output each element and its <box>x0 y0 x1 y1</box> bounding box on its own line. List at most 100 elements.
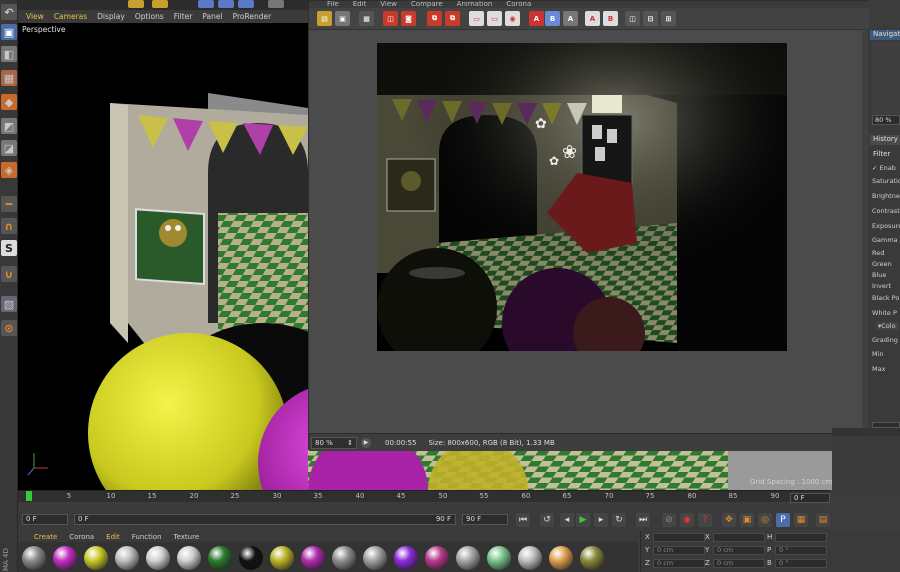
previous-frame-icon[interactable]: ◂ <box>560 513 574 527</box>
mat-menu-texture[interactable]: Texture <box>174 533 200 541</box>
menu-filter[interactable]: Filter <box>174 12 193 21</box>
material-swatch[interactable] <box>332 546 356 570</box>
menu-options[interactable]: Options <box>135 12 164 21</box>
pv-menu-view[interactable]: View <box>380 1 397 8</box>
material-swatch[interactable] <box>456 546 480 570</box>
paint-icon[interactable]: ▧ <box>1 296 17 312</box>
camera-icon[interactable] <box>268 0 284 8</box>
render-region-icon[interactable]: ◫ <box>383 11 398 26</box>
model-mode-icon[interactable]: ◈ <box>1 162 17 178</box>
play-icon[interactable]: ▶ <box>361 437 371 448</box>
next-key-icon[interactable]: ↻ <box>612 513 626 527</box>
size-y-field[interactable]: 0 cm <box>713 546 765 555</box>
mat-menu-create[interactable]: Create <box>34 533 57 541</box>
stop-render-icon[interactable]: ◙ <box>401 11 416 26</box>
color-section-toggle[interactable]: ▾Colo <box>876 322 898 330</box>
workplane-icon[interactable]: ⊙ <box>1 320 17 336</box>
layers-alt-icon[interactable]: ▭ <box>487 11 502 26</box>
ab-compare-icon[interactable]: A <box>563 11 578 26</box>
rotation-p-field[interactable]: 0 ° <box>775 546 827 555</box>
play-forward-icon[interactable]: ▶ <box>576 513 590 527</box>
rotation-h-field[interactable] <box>775 533 827 542</box>
mat-menu-edit[interactable]: Edit <box>106 533 120 541</box>
move-key-icon[interactable]: ✥ <box>722 513 736 527</box>
position-y-field[interactable]: 0 cm <box>653 546 705 555</box>
perspective-viewport[interactable] <box>18 23 308 490</box>
copy-icon[interactable]: ⧉ <box>427 11 442 26</box>
material-swatch[interactable] <box>208 546 232 570</box>
timeline-window-icon[interactable]: ▤ <box>816 513 830 527</box>
open-icon[interactable]: ▤ <box>317 11 332 26</box>
pv-menu-edit[interactable]: Edit <box>353 1 367 8</box>
rotation-b-field[interactable]: 0 ° <box>775 559 827 568</box>
pla-key-icon[interactable]: ▦ <box>794 513 808 527</box>
material-swatch[interactable] <box>580 546 604 570</box>
magnet-icon[interactable]: ∪ <box>1 266 17 282</box>
pv-menu-file[interactable]: File <box>327 1 339 8</box>
render-view-icon[interactable] <box>152 0 168 8</box>
undo-icon[interactable]: ↶ <box>1 4 17 20</box>
start-frame-field[interactable]: 0 F <box>22 514 68 525</box>
go-to-start-icon[interactable]: ⏮ <box>516 513 530 527</box>
record-keys-icon[interactable]: ⊘ <box>662 513 676 527</box>
axis-icon[interactable]: ━ <box>1 196 17 212</box>
material-swatch[interactable] <box>425 546 449 570</box>
compare-icon[interactable]: ◉ <box>505 11 520 26</box>
material-swatch[interactable] <box>394 546 418 570</box>
generator-icon[interactable] <box>218 0 234 8</box>
keyframe-selection-icon[interactable]: ? <box>698 513 712 527</box>
material-swatch[interactable] <box>270 546 294 570</box>
playhead-marker[interactable] <box>26 491 32 501</box>
material-swatch[interactable] <box>115 546 139 570</box>
menu-prorender[interactable]: ProRender <box>233 12 272 21</box>
snap-icon[interactable]: ∩ <box>1 218 17 234</box>
range-slider[interactable]: 0 F 90 F <box>74 514 456 525</box>
edge-mode-icon[interactable]: ◩ <box>1 118 17 134</box>
checker-icon[interactable]: ▦ <box>1 70 17 86</box>
timeline-ruler[interactable]: 0 5 10 15 20 25 30 35 40 45 50 55 60 65 … <box>18 490 830 502</box>
enable-checkbox[interactable]: ✓ Enab <box>872 164 896 172</box>
material-swatch[interactable] <box>549 546 573 570</box>
grid-icon[interactable]: ▦ <box>359 11 374 26</box>
material-swatch[interactable] <box>487 546 511 570</box>
size-z-field[interactable]: 0 cm <box>713 559 765 568</box>
material-swatch[interactable] <box>301 546 325 570</box>
material-swatch[interactable] <box>22 546 46 570</box>
autokey-icon[interactable]: ◉ <box>680 513 694 527</box>
position-x-field[interactable] <box>653 533 705 542</box>
menu-display[interactable]: Display <box>97 12 125 21</box>
deformer-icon[interactable] <box>238 0 254 8</box>
material-swatch[interactable] <box>518 546 542 570</box>
next-frame-icon[interactable]: ▸ <box>594 513 608 527</box>
render-icon[interactable] <box>128 0 144 8</box>
mat-menu-corona[interactable]: Corona <box>69 533 94 541</box>
live-select-icon[interactable]: ▣ <box>1 24 17 40</box>
material-swatch[interactable] <box>363 546 387 570</box>
menu-panel[interactable]: Panel <box>202 12 222 21</box>
material-swatch[interactable] <box>53 546 77 570</box>
split-v-icon[interactable]: ⊟ <box>643 11 658 26</box>
size-x-field[interactable] <box>713 533 765 542</box>
channel-b-icon[interactable]: B <box>545 11 560 26</box>
material-swatch[interactable] <box>84 546 108 570</box>
navigator-zoom-field[interactable]: 80 % <box>872 115 900 125</box>
tab-filter[interactable]: Filter <box>870 150 900 160</box>
pv-menu-corona[interactable]: Corona <box>506 1 531 8</box>
go-to-end-icon[interactable]: ⏭ <box>636 513 650 527</box>
mat-menu-function[interactable]: Function <box>132 533 162 541</box>
save-icon[interactable]: ▣ <box>335 11 350 26</box>
tab-history[interactable]: History <box>870 135 900 145</box>
swap-icon[interactable]: ⊞ <box>661 11 676 26</box>
set-b-icon[interactable]: B <box>603 11 618 26</box>
cube-add-icon[interactable] <box>198 0 214 8</box>
material-swatch[interactable] <box>177 546 201 570</box>
current-frame-field[interactable]: 0 F <box>790 493 830 503</box>
cube-icon[interactable]: ◧ <box>1 46 17 62</box>
tab-navigator[interactable]: Navigator <box>870 30 900 40</box>
pv-menu-animation[interactable]: Animation <box>457 1 493 8</box>
previous-key-icon[interactable]: ↺ <box>540 513 554 527</box>
material-swatch[interactable] <box>239 546 263 570</box>
copy-alt-icon[interactable]: ⧉ <box>445 11 460 26</box>
position-z-field[interactable]: 0 cm <box>653 559 705 568</box>
param-key-icon[interactable]: P <box>776 513 790 527</box>
